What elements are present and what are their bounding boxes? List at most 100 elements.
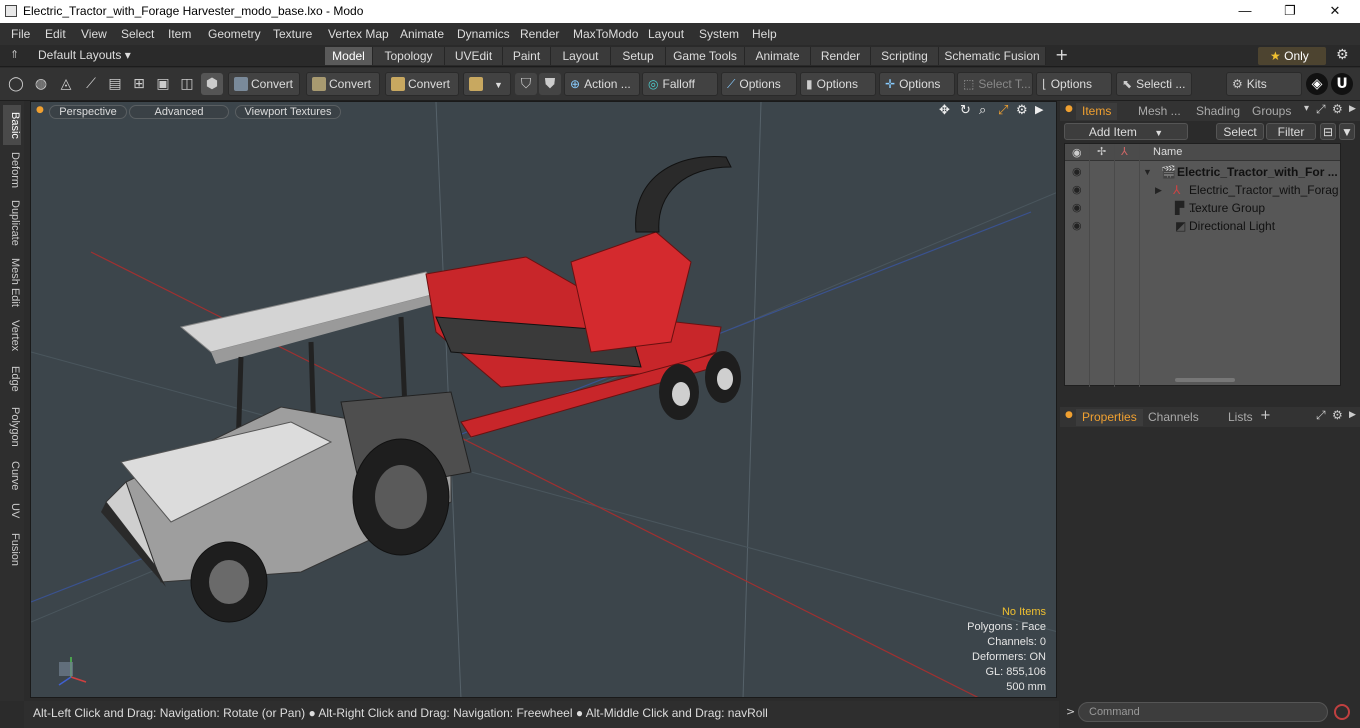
menu-texture[interactable]: Texture xyxy=(273,27,312,41)
workplane-options-button[interactable]: ✛ Options xyxy=(879,72,955,96)
menu-edit[interactable]: Edit xyxy=(45,27,66,41)
tab-edge[interactable]: Edge xyxy=(3,361,21,397)
pivot-icon[interactable]: ◫ xyxy=(176,73,198,95)
tab-curve[interactable]: Curve xyxy=(3,456,21,496)
eye-icon[interactable]: ◉ xyxy=(1072,202,1084,214)
menu-select[interactable]: Select xyxy=(121,27,154,41)
minimize-button[interactable]: — xyxy=(1222,0,1268,23)
snapping-options-button[interactable]: ▮ Options xyxy=(800,72,876,96)
convert-button-2[interactable]: Convert xyxy=(306,72,380,96)
command-input[interactable]: Command xyxy=(1078,702,1328,722)
tab-properties[interactable]: Properties xyxy=(1076,409,1143,426)
tab-layout[interactable]: Layout xyxy=(551,47,611,65)
item-icon[interactable]: ▣ xyxy=(152,73,174,95)
list-item-light[interactable]: ◉ ◩ Directional Light xyxy=(1065,217,1340,235)
tab-scripting[interactable]: Scripting xyxy=(871,47,939,65)
add-item-button[interactable]: Add Item ▼ xyxy=(1064,123,1188,140)
only-toggle[interactable]: ★ Only xyxy=(1258,47,1326,65)
menu-file[interactable]: File xyxy=(11,27,30,41)
menu-layout[interactable]: Layout xyxy=(648,27,684,41)
record-icon[interactable] xyxy=(1334,704,1350,720)
advanced-button[interactable]: Advanced xyxy=(129,105,229,119)
viewport-menu-icon[interactable]: ▶ xyxy=(1035,103,1043,116)
viewport-dot-icon[interactable]: ● xyxy=(36,105,44,115)
select-options-button[interactable]: ⌊ Options xyxy=(1036,72,1112,96)
expand-right-icon[interactable]: ▶ xyxy=(1155,181,1162,199)
lock-header-icon[interactable]: ✢ xyxy=(1097,145,1106,158)
panel-dot-icon[interactable]: ● xyxy=(1065,104,1073,114)
close-button[interactable]: ✕ xyxy=(1312,0,1358,23)
list-scrollbar[interactable] xyxy=(1175,378,1235,382)
tab-groups[interactable]: Groups xyxy=(1246,103,1297,120)
menu-dynamics[interactable]: Dynamics xyxy=(457,27,510,41)
filter-button[interactable]: Filter xyxy=(1266,123,1316,140)
menu-item[interactable]: Item xyxy=(168,27,191,41)
panel-expand-icon[interactable]: ⤢ xyxy=(1316,102,1326,117)
tab-schematic-fusion[interactable]: Schematic Fusion xyxy=(939,47,1046,65)
collapse-list-icon[interactable]: ⊟ xyxy=(1320,123,1336,140)
eye-icon[interactable]: ◉ xyxy=(1072,166,1084,178)
circle-select-icon[interactable]: ◯ xyxy=(5,73,27,95)
3d-viewport[interactable]: ● Perspective Advanced Viewport Textures… xyxy=(30,101,1057,698)
tab-shading[interactable]: Shading xyxy=(1190,103,1246,120)
menu-system[interactable]: System xyxy=(699,27,739,41)
collapse-icon[interactable]: ⇑ xyxy=(10,48,19,61)
panel-dot-icon[interactable]: ● xyxy=(1065,410,1073,420)
expand-icon[interactable]: ▼ xyxy=(1143,163,1152,181)
gear-icon[interactable]: ⚙ xyxy=(1336,47,1349,63)
tab-duplicate[interactable]: Duplicate xyxy=(3,195,21,251)
tab-setup[interactable]: Setup xyxy=(611,47,666,65)
tab-paint[interactable]: Paint xyxy=(503,47,551,65)
tab-deform[interactable]: Deform xyxy=(3,147,21,193)
kits-button[interactable]: ⚙ Kits xyxy=(1226,72,1302,96)
menu-geometry[interactable]: Geometry xyxy=(208,27,261,41)
select-button[interactable]: Select xyxy=(1216,123,1264,140)
menu-animate[interactable]: Animate xyxy=(400,27,444,41)
menu-vertex-map[interactable]: Vertex Map xyxy=(328,27,389,41)
tab-fusion[interactable]: Fusion xyxy=(3,527,21,573)
name-column-header[interactable]: Name xyxy=(1153,146,1182,158)
add-tab-icon[interactable]: + xyxy=(1055,45,1068,64)
tab-topology[interactable]: Topology xyxy=(373,47,445,65)
list-item-mesh[interactable]: ◉ ▶ ⅄ Electric_Tractor_with_Forag ... xyxy=(1065,181,1340,215)
convert-button-1[interactable]: Convert xyxy=(228,72,300,96)
tab-animate[interactable]: Animate xyxy=(745,47,811,65)
falloff-button[interactable]: ◎ Falloff xyxy=(642,72,718,96)
perspective-button[interactable]: Perspective xyxy=(49,105,127,119)
viewport-gear-icon[interactable]: ⚙ xyxy=(1016,103,1028,118)
layout-selector[interactable]: Default Layouts ▾ xyxy=(38,48,131,62)
unreal-icon[interactable]: U xyxy=(1331,73,1353,95)
panel-dropdown-icon[interactable]: ▾ xyxy=(1304,103,1309,114)
panel-menu-icon[interactable]: ▶ xyxy=(1349,104,1356,114)
tab-mesh[interactable]: Mesh ... xyxy=(1132,103,1187,120)
action-center-button[interactable]: ⊕ Action ... xyxy=(564,72,640,96)
eye-icon[interactable]: ◉ xyxy=(1072,220,1084,232)
convert-button-3[interactable]: Convert xyxy=(385,72,459,96)
add-tab-icon[interactable]: + xyxy=(1260,408,1271,423)
tab-model[interactable]: Model xyxy=(325,47,373,65)
selection-sets-button[interactable]: ⬉ Selecti ... xyxy=(1116,72,1192,96)
viewport-textures-button[interactable]: Viewport Textures xyxy=(235,105,341,119)
tab-vertex[interactable]: Vertex xyxy=(3,314,21,358)
maximize-button[interactable]: ❐ xyxy=(1267,0,1313,23)
maximize-icon[interactable]: ⤢ xyxy=(998,103,1008,118)
eye-icon[interactable]: ◉ xyxy=(1072,184,1084,196)
panel-menu-icon[interactable]: ▶ xyxy=(1349,410,1356,420)
vertex-icon[interactable]: ◬ xyxy=(55,73,77,95)
menu-maxtomodo[interactable]: MaxToModo xyxy=(573,27,638,41)
list-item-texture-group[interactable]: ◉ ▛ Texture Group xyxy=(1065,199,1340,217)
falloff-options-button[interactable]: ⟋ Options xyxy=(721,72,797,96)
panel-gear-icon[interactable]: ⚙ xyxy=(1332,102,1343,116)
unity-icon[interactable]: ◈ xyxy=(1306,73,1328,95)
zoom-icon[interactable]: ⌕ xyxy=(979,103,986,118)
tab-game-tools[interactable]: Game Tools xyxy=(666,47,745,65)
globe-icon[interactable]: ◍ xyxy=(30,73,52,95)
menu-view[interactable]: View xyxy=(81,27,107,41)
tab-uvedit[interactable]: UVEdit xyxy=(445,47,503,65)
shield-icon[interactable]: ⛉ xyxy=(515,73,537,95)
panel-expand-icon[interactable]: ⤢ xyxy=(1316,408,1326,423)
tab-lists[interactable]: Lists xyxy=(1222,409,1259,426)
list-item-scene[interactable]: ◉ ▼ 🎬 Electric_Tractor_with_For ... xyxy=(1065,163,1340,181)
edge-icon[interactable]: ⟋ xyxy=(80,73,102,95)
panel-gear-icon[interactable]: ⚙ xyxy=(1332,408,1343,422)
